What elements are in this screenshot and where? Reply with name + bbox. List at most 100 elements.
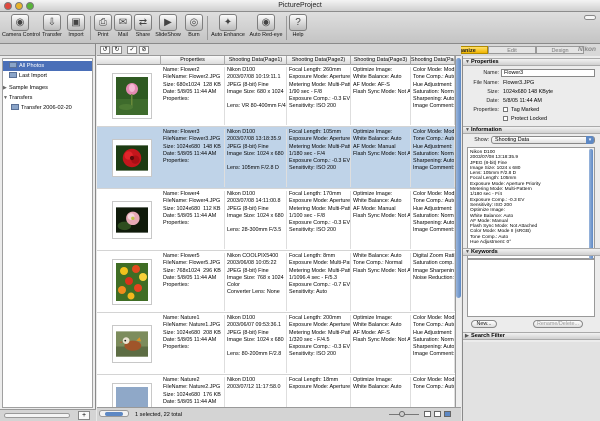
show-row: Show: Shooting Data ▾: [463, 136, 600, 145]
show-select[interactable]: Shooting Data ▾: [491, 136, 595, 144]
protect-button[interactable]: ⊘: [139, 46, 149, 54]
shooting-data-cell: Focal Length: 8mm Exposure Mode: Multi-P…: [287, 253, 351, 311]
sidebar-item-transfer-2006-02-20[interactable]: Transfer 2006-02-20: [3, 103, 92, 113]
properties-cell: Name: Flower3 FileName: Flower3.JPG Size…: [161, 129, 225, 187]
help-button[interactable]: ? Help: [289, 13, 307, 43]
date-row: Date: 5/8/05 11:44 AM: [486, 98, 542, 104]
table-row[interactable]: Name: Nature2 FileName: Nature2.JPG Size…: [97, 375, 455, 407]
column-properties[interactable]: Properties: [161, 56, 225, 65]
detail-view-icon[interactable]: [444, 411, 451, 417]
shooting-data-cell: Color Mode: Mode Tone Comp.: Auto Hue Ad…: [411, 315, 455, 373]
tag-marked-checkbox[interactable]: Tag Marked: [503, 107, 539, 113]
transfer-button[interactable]: ⇩ Transfer: [40, 13, 64, 43]
auto-enhance-icon: ✦: [219, 14, 237, 31]
sidebar-item-sample-images[interactable]: ▶ Sample Images: [3, 83, 92, 93]
photo-folder-icon: [9, 72, 17, 78]
keywords-panel-header[interactable]: ▼ Keywords: [463, 248, 600, 256]
minimize-window-button[interactable]: [15, 2, 23, 10]
transfer-icon: ⇩: [43, 14, 61, 31]
mode-tabs: Organize Edit Design: [440, 46, 584, 54]
zoom-window-button[interactable]: [26, 2, 34, 10]
name-field[interactable]: Flower3: [501, 69, 595, 77]
column-shooting-data-3[interactable]: Shooting Data(Page3): [351, 56, 411, 65]
burn-button[interactable]: ◎ Burn: [184, 13, 204, 43]
sidebar-horizontal-scrollbar[interactable]: [4, 413, 70, 418]
sidebar-item-last-import[interactable]: Last Import: [3, 71, 92, 81]
rotate-right-button[interactable]: ↻: [112, 46, 122, 54]
tag-button[interactable]: ✓: [127, 46, 137, 54]
information-scrollbar[interactable]: [589, 148, 594, 259]
information-text: Nikon D100 2003/07/08 13:18:35.9 JPEG (8…: [467, 147, 595, 259]
column-shooting-data-4[interactable]: Shooting Data(Page4): [411, 56, 455, 65]
tab-edit[interactable]: Edit: [488, 46, 536, 54]
scrollbar-thumb[interactable]: [105, 412, 123, 416]
properties-cell: Name: Flower2 FileName: Flower2.JPG Size…: [161, 67, 225, 125]
table-row[interactable]: Name: Nature1 FileName: Nature1.JPG Size…: [97, 313, 455, 375]
scrollbar-thumb[interactable]: [589, 149, 593, 259]
share-icon: ⇄: [134, 14, 152, 31]
table-row-selected[interactable]: Name: Flower3 FileName: Flower3.JPG Size…: [97, 127, 455, 189]
browser-vertical-scrollbar[interactable]: [455, 56, 461, 408]
information-panel-header[interactable]: ▼ Information: [463, 126, 600, 134]
keywords-list[interactable]: [467, 259, 595, 317]
auto-enhance-button[interactable]: ✦ Auto Enhance: [210, 13, 246, 43]
photo-thumbnail[interactable]: [112, 201, 152, 239]
red-eye-icon: ◉: [257, 14, 275, 31]
slideshow-button[interactable]: ▶ SlideShow: [154, 13, 182, 43]
shooting-data-cell: Focal Length: 200mm Exposure Mode: Apert…: [287, 315, 351, 373]
column-thumbnail[interactable]: [97, 56, 161, 65]
browser-horizontal-scrollbar[interactable]: [99, 410, 129, 417]
properties-panel-header[interactable]: ▼ Properties: [463, 58, 600, 66]
thumbnail-view-icon[interactable]: [424, 411, 431, 417]
toolbar-resize-pill[interactable]: [584, 15, 596, 20]
list-view-icon[interactable]: [434, 411, 441, 417]
table-row[interactable]: Name: Flower2 FileName: Flower2.JPG Size…: [97, 65, 455, 127]
column-shooting-data-2[interactable]: Shooting Data(Page2): [287, 56, 351, 65]
shooting-data-cell: Nikon COOLPIX5400 2003/06/08 10:05:22 JP…: [225, 253, 287, 311]
share-button[interactable]: ⇄ Share: [133, 13, 153, 43]
table-row[interactable]: Name: Flower4 FileName: Flower4.JPG Size…: [97, 189, 455, 251]
print-button[interactable]: ⎙ Print: [93, 13, 113, 43]
photo-thumbnail[interactable]: [112, 383, 152, 407]
scrollbar-thumb[interactable]: [456, 58, 461, 298]
photo-thumbnail[interactable]: [112, 139, 152, 177]
app-window: PictureProject ◉ Camera Control ⇩ Transf…: [0, 0, 600, 421]
shooting-data-cell: Optimize Image: White Balance: Auto: [351, 377, 411, 407]
collapse-triangle-icon: ▼: [465, 127, 470, 133]
import-button[interactable]: ▣ Import: [65, 13, 87, 43]
photo-thumbnail[interactable]: [112, 325, 152, 363]
table-row[interactable]: Name: Flower5 FileName: Flower5.JPG Size…: [97, 251, 455, 313]
lotus-photo: [116, 77, 148, 115]
auto-red-eye-button[interactable]: ◉ Auto Red-eye: [248, 13, 284, 43]
main-toolbar: ◉ Camera Control ⇩ Transfer ▣ Import ⎙ P…: [0, 12, 600, 44]
zoom-slider-knob[interactable]: [399, 411, 405, 417]
shooting-data-cell: Optimize Image: White Balance: Auto AF M…: [351, 129, 411, 187]
close-window-button[interactable]: [4, 2, 12, 10]
shooting-data-cell: Digital Zoom Ratio Saturation comp. Imag…: [411, 253, 455, 311]
search-filter-panel-header[interactable]: ▶ Search Filter: [463, 332, 600, 340]
window-title: PictureProject: [278, 2, 322, 9]
add-collection-button[interactable]: +: [78, 411, 90, 420]
selection-count: 1 selected, 22 total: [135, 412, 182, 418]
sidebar-item-all-photos[interactable]: All Photos: [3, 61, 92, 71]
sidebar-footer: +: [0, 409, 96, 421]
import-icon: ▣: [67, 14, 85, 31]
sidebar-item-label: Transfer 2006-02-20: [21, 105, 72, 111]
properties-cell: Name: Flower5 FileName: Flower5.JPG Size…: [161, 253, 225, 311]
collections-list: All Photos Last Import ▶ Sample Images ▼T…: [2, 58, 93, 408]
camera-control-button[interactable]: ◉ Camera Control: [2, 13, 40, 43]
column-shooting-data-1[interactable]: Shooting Data(Page1): [225, 56, 287, 65]
rename-delete-keyword-button[interactable]: Rename/Delete...: [533, 320, 583, 328]
rotate-left-button[interactable]: ↺: [100, 46, 110, 54]
properties-row: Properties: Tag Marked: [473, 107, 540, 113]
sidebar-item-transfers[interactable]: ▼Transfers: [3, 93, 92, 103]
photo-thumbnail[interactable]: [112, 259, 152, 305]
browser-toolbar: ↺ ↻ ✓ ⊘: [97, 44, 461, 56]
photo-thumbnail[interactable]: [112, 73, 152, 119]
tab-design[interactable]: Design: [536, 46, 584, 54]
mail-button[interactable]: ✉ Mail: [114, 13, 132, 43]
photo-folder-icon: [9, 62, 17, 68]
protect-locked-checkbox[interactable]: Protect Locked: [503, 116, 547, 122]
burn-icon: ◎: [185, 14, 203, 31]
new-keyword-button[interactable]: New...: [471, 320, 497, 328]
